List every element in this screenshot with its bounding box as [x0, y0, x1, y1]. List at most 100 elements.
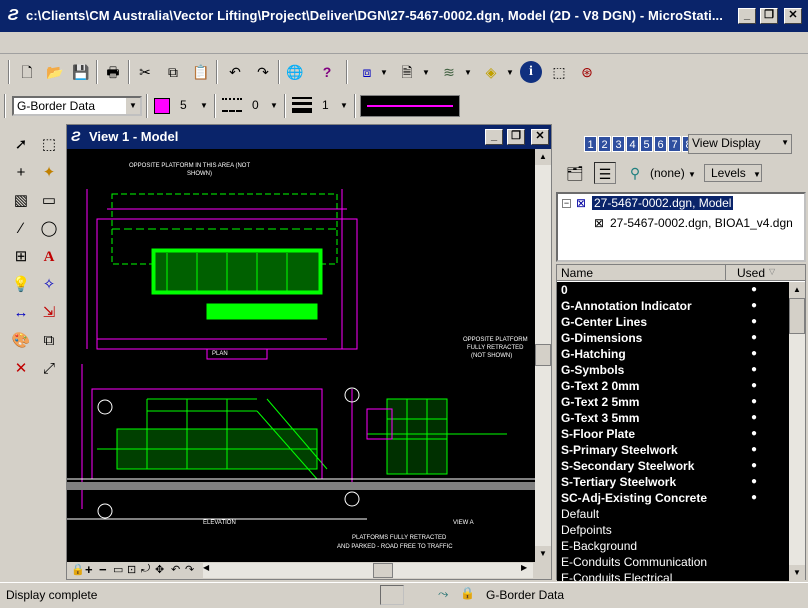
dropdown-arrow-icon[interactable]: ▼ [340, 101, 348, 110]
tree-root[interactable]: 27-5467-0002.dgn, Model [592, 196, 734, 210]
view-button-3[interactable]: 3 [612, 136, 625, 152]
level-row[interactable]: Defpoints [557, 522, 789, 538]
open-folder-icon[interactable]: 📂 [44, 61, 66, 83]
crosshair-icon[interactable]: + [8, 160, 34, 186]
palette-icon[interactable]: 🎨 [8, 328, 34, 354]
menu-bar[interactable] [0, 32, 808, 54]
view-button-2[interactable]: 2 [598, 136, 611, 152]
pointer-star-icon[interactable]: ✦ [36, 160, 62, 186]
level-row[interactable]: G-Text 3 5mm ● [557, 410, 789, 426]
view-button-1[interactable]: 1 [584, 136, 597, 152]
restore-button[interactable]: ❐ [760, 8, 778, 24]
cut-icon[interactable]: ✂ [134, 61, 156, 83]
toolbar-grip[interactable] [4, 94, 6, 118]
chevron-down-icon[interactable]: ▼ [688, 170, 696, 179]
scroll-up-icon[interactable]: ▲ [535, 149, 551, 165]
move-icon[interactable]: ⇲ [36, 300, 62, 326]
levels-scroll-thumb[interactable] [789, 298, 805, 334]
view-next-icon[interactable]: ↷ [185, 563, 194, 576]
hscroll-thumb[interactable] [373, 563, 393, 578]
delete-element-icon[interactable]: ✕ [8, 356, 34, 382]
tree-child[interactable]: 27-5467-0002.dgn, BIOA1_v4.dgn [610, 216, 793, 230]
dropdown-arrow-icon[interactable]: ▼ [380, 68, 388, 77]
levels-dropdown[interactable]: Levels ▼ [704, 164, 762, 182]
print-icon[interactable]: 🖶 [102, 61, 124, 83]
bulb-icon[interactable]: 💡 [8, 272, 34, 298]
pan-view-icon[interactable]: ✥ [155, 563, 164, 576]
view-button-6[interactable]: 6 [654, 136, 667, 152]
help-icon[interactable]: ? [316, 61, 338, 83]
level-combo[interactable]: G-Border Data ▼ [12, 96, 142, 116]
toolbar-grip[interactable] [8, 60, 10, 84]
scroll-down-icon[interactable]: ▼ [535, 546, 551, 562]
references-icon[interactable]: ≋ [438, 61, 460, 83]
level-row[interactable]: S-Tertiary Steelwork ● [557, 474, 789, 490]
save-icon[interactable]: 💾 [70, 61, 92, 83]
active-line-preview[interactable] [360, 95, 460, 117]
dropdown-arrow-icon[interactable]: ▼ [422, 68, 430, 77]
view-display-combo[interactable]: View Display ▼ [688, 134, 792, 154]
line-style-icon[interactable] [222, 98, 242, 112]
level-manager-icon[interactable]: ◈ [480, 61, 502, 83]
dropdown-arrow-icon[interactable]: ▼ [200, 101, 208, 110]
level-row[interactable]: E-Conduits Electrical [557, 570, 789, 581]
levels-scrollbar[interactable]: ▲ ▼ [789, 282, 805, 581]
view-minimize-button[interactable]: _ [485, 129, 503, 145]
level-row[interactable]: E-Conduits Communication [557, 554, 789, 570]
column-name[interactable]: Name [561, 266, 593, 280]
circle-icon[interactable]: ◯ [36, 216, 62, 242]
scale-icon[interactable]: ⤢ [36, 356, 62, 382]
scroll-right-icon[interactable]: ▶ [521, 563, 527, 572]
new-file-icon[interactable]: 🗋 [16, 61, 38, 83]
level-row[interactable]: G-Text 2 5mm ● [557, 394, 789, 410]
view-previous-icon[interactable]: ↶ [171, 563, 180, 576]
view-title-bar[interactable]: Ƨ View 1 - Model _ ❐ ✕ [67, 125, 551, 149]
models-icon[interactable]: 🗎 [396, 61, 418, 83]
level-row[interactable]: E-Background [557, 538, 789, 554]
lock-icon[interactable]: 🔒 [460, 586, 475, 600]
fit-view-icon[interactable]: ⊡ [127, 563, 136, 576]
scroll-thumb[interactable] [535, 344, 551, 366]
level-row[interactable]: G-Annotation Indicator ● [557, 298, 789, 314]
dropdown-arrow-icon[interactable]: ▼ [506, 68, 514, 77]
window-area-icon[interactable]: ▭ [113, 563, 123, 576]
measure-icon[interactable]: ↔ [8, 300, 34, 326]
copy-icon[interactable]: ⧉ [162, 61, 184, 83]
dropdown-arrow-icon[interactable]: ▼ [464, 68, 472, 77]
level-row[interactable]: S-Secondary Steelwork ● [557, 458, 789, 474]
level-row[interactable]: G-Symbols ● [557, 362, 789, 378]
text-tool-icon[interactable]: A [36, 244, 62, 270]
list-view-icon[interactable]: ☰ [594, 162, 616, 184]
filter-none[interactable]: (none) [650, 166, 685, 180]
chevron-down-icon[interactable]: ▼ [126, 98, 140, 114]
level-row[interactable]: S-Floor Plate ● [557, 426, 789, 442]
level-row[interactable]: G-Text 2 0mm ● [557, 378, 789, 394]
chevron-down-icon[interactable]: ▼ [781, 135, 789, 151]
level-row[interactable]: SC-Adj-Existing Concrete ● [557, 490, 789, 506]
view-vertical-scrollbar[interactable]: ▲ ▼ [535, 149, 551, 562]
place-line-icon[interactable]: ∕ [8, 216, 34, 242]
color-swatch[interactable] [154, 98, 170, 114]
view-button-4[interactable]: 4 [626, 136, 639, 152]
view-horizontal-scrollbar[interactable]: ◀ ▶ [203, 563, 533, 578]
select-box-icon[interactable]: ⬚ [548, 61, 570, 83]
view-button-5[interactable]: 5 [640, 136, 653, 152]
globe-icon[interactable]: 🌐 [284, 61, 306, 83]
view-lock-icon[interactable]: 🔒 [71, 563, 85, 576]
level-row[interactable]: G-Dimensions ● [557, 330, 789, 346]
view-close-button[interactable]: ✕ [531, 129, 549, 145]
zoom-in-icon[interactable]: + [85, 562, 93, 577]
view-button-7[interactable]: 7 [668, 136, 681, 152]
view-restore-button[interactable]: ❐ [507, 129, 525, 145]
hatch-icon[interactable]: ▧ [8, 188, 34, 214]
snap-icon[interactable]: ✧ [36, 272, 62, 298]
zoom-out-icon[interactable]: − [99, 562, 107, 577]
scroll-down-icon[interactable]: ▼ [789, 565, 805, 581]
microstation-logo-icon[interactable]: Ƨ [4, 7, 22, 25]
filter-tree-icon[interactable]: ⚲ [624, 162, 646, 184]
cell-icon[interactable]: ⊞ [8, 244, 34, 270]
rectangle-icon[interactable]: ▭ [36, 188, 62, 214]
close-button[interactable]: ✕ [784, 8, 802, 24]
rotate-view-icon[interactable]: ⤾ [141, 563, 150, 576]
collapse-icon[interactable]: − [562, 199, 571, 208]
